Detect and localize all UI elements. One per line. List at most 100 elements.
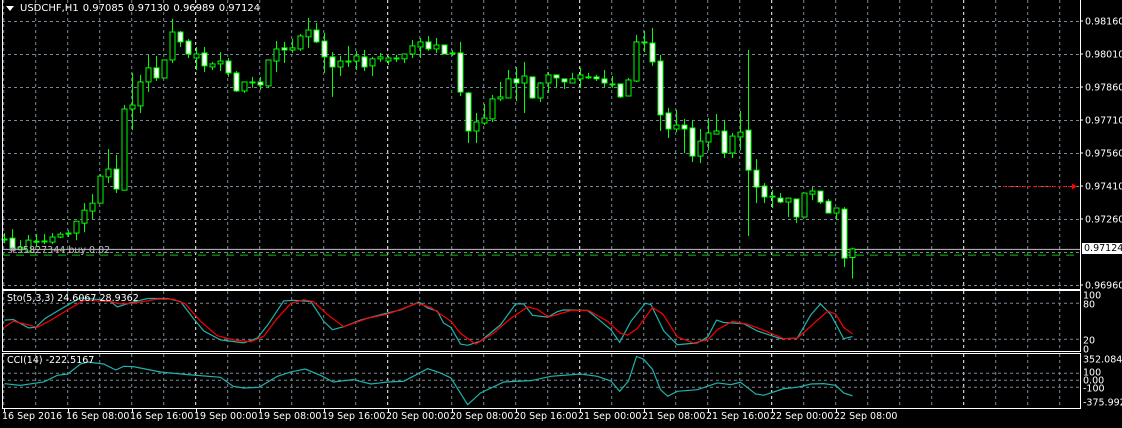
candle-bear bbox=[649, 42, 656, 63]
candle-bear bbox=[777, 197, 784, 203]
candle-bull bbox=[417, 41, 424, 48]
candle-bull bbox=[377, 56, 384, 60]
stoch-level-label: 0 bbox=[1083, 344, 1089, 355]
candle-bull bbox=[505, 78, 512, 99]
candle-bear bbox=[721, 130, 728, 154]
candle-bull bbox=[577, 74, 584, 80]
candle-bull bbox=[801, 192, 808, 218]
candle-bear bbox=[361, 56, 368, 68]
dropdown-triangle-icon[interactable] bbox=[6, 6, 14, 11]
candle-bull bbox=[481, 117, 488, 124]
time-label: 16 Sep 2016 bbox=[2, 411, 62, 422]
candle-bear bbox=[793, 198, 800, 218]
price-label: 0.97260 bbox=[1085, 215, 1122, 226]
candle-bull bbox=[105, 168, 112, 178]
cci-level-label: -100 bbox=[1083, 383, 1105, 394]
price-label: 0.98160 bbox=[1085, 17, 1122, 28]
candle-bull bbox=[121, 108, 128, 191]
candle-bear bbox=[689, 127, 696, 157]
current-price-label: 0.97124 bbox=[1082, 243, 1122, 254]
candle-bear bbox=[617, 83, 624, 98]
candles bbox=[1, 17, 856, 279]
time-axis: 16 Sep 2016 16 Sep 08:00 16 Sep 16:00 19 Se… bbox=[2, 408, 897, 422]
candle-bull bbox=[849, 248, 856, 258]
candle-bull bbox=[129, 104, 136, 110]
candle-bull bbox=[289, 47, 296, 51]
candle-bull bbox=[385, 57, 392, 62]
candle-bear bbox=[745, 129, 752, 171]
candle-bull bbox=[137, 81, 144, 107]
cci-level-label: -375.9922 bbox=[1083, 398, 1122, 409]
time-label: 20 Sep 16:00 bbox=[514, 411, 577, 422]
candle-bull bbox=[633, 41, 640, 82]
candle-bear bbox=[601, 78, 608, 84]
time-label: 16 Sep 08:00 bbox=[66, 411, 129, 422]
candle-bear bbox=[313, 29, 320, 43]
time-label: 16 Sep 16:00 bbox=[130, 411, 193, 422]
stoch-level-label: 80 bbox=[1083, 299, 1095, 310]
candle-bull bbox=[545, 74, 552, 84]
candle-bull bbox=[297, 35, 304, 50]
candle-bear bbox=[761, 185, 768, 198]
candle-bull bbox=[145, 67, 152, 83]
candle-bull bbox=[209, 63, 216, 68]
candle-bull bbox=[729, 135, 736, 154]
candle-bull bbox=[337, 60, 344, 68]
candle-bull bbox=[241, 81, 248, 92]
candle-bull bbox=[193, 53, 200, 59]
high-value: 0.97130 bbox=[128, 3, 170, 14]
time-label: 21 Sep 00:00 bbox=[578, 411, 641, 422]
candle-bull bbox=[489, 98, 496, 120]
candle-bear bbox=[513, 78, 520, 84]
candle-bear bbox=[281, 47, 288, 51]
symbol-timeframe: USDCHF,H1 bbox=[20, 3, 79, 14]
candle-bull bbox=[625, 79, 632, 97]
candle-bear bbox=[321, 40, 328, 58]
candle-bull bbox=[369, 58, 376, 67]
price-label: 0.98010 bbox=[1085, 50, 1122, 61]
candle-bear bbox=[233, 72, 240, 92]
candle-bear bbox=[177, 31, 184, 43]
time-label: 22 Sep 08:00 bbox=[834, 411, 897, 422]
candle-bull bbox=[169, 31, 176, 61]
candle-bear bbox=[529, 76, 536, 99]
candle-bull bbox=[161, 59, 168, 79]
candle-bull bbox=[833, 207, 840, 214]
close-value: 0.97124 bbox=[218, 3, 261, 14]
time-label: 22 Sep 00:00 bbox=[770, 411, 833, 422]
candle-bull bbox=[473, 121, 480, 132]
candle-bull bbox=[273, 48, 280, 62]
cci-axis: 352.0841000.00-100-375.9922 bbox=[1083, 355, 1122, 409]
candle-bull bbox=[809, 190, 816, 195]
candle-bear bbox=[841, 208, 848, 259]
candle-bear bbox=[441, 44, 448, 55]
candle-bull bbox=[305, 29, 312, 38]
candle-bull bbox=[673, 124, 680, 130]
candle-bear bbox=[657, 60, 664, 116]
candle-bear bbox=[561, 78, 568, 83]
cci-level-label: 352.084 bbox=[1083, 355, 1122, 366]
time-label: 21 Sep 08:00 bbox=[642, 411, 705, 422]
candle-bull bbox=[81, 209, 88, 224]
candle-bull bbox=[497, 96, 504, 100]
candle-bear bbox=[593, 76, 600, 80]
price-label: 0.97710 bbox=[1085, 116, 1122, 127]
time-label: 20 Sep 08:00 bbox=[450, 411, 513, 422]
candle-bear bbox=[465, 92, 472, 132]
candle-bear bbox=[225, 60, 232, 74]
candle-bear bbox=[257, 81, 264, 86]
candle-bull bbox=[217, 60, 224, 65]
stoch-title: Sto(5,3,3) 24.6067 28.9362 bbox=[7, 293, 139, 304]
chart-canvas[interactable]: 0.98160 0.98010 0.97860 0.97710 0.97560 0.974… bbox=[0, 0, 1122, 428]
arrow-icon bbox=[1072, 183, 1077, 190]
candle-bull bbox=[57, 233, 64, 238]
candle-bear bbox=[753, 169, 760, 188]
open-value: 0.97085 bbox=[82, 3, 125, 14]
time-label: 19 Sep 16:00 bbox=[322, 411, 385, 422]
price-label: 0.97410 bbox=[1085, 182, 1122, 193]
candle-bear bbox=[457, 52, 464, 93]
alert-arrow-line[interactable] bbox=[1003, 183, 1077, 190]
low-value: 0.96989 bbox=[173, 3, 215, 14]
order-label: #95827344 buy 0.02 bbox=[9, 245, 111, 256]
candle-bull bbox=[409, 45, 416, 55]
